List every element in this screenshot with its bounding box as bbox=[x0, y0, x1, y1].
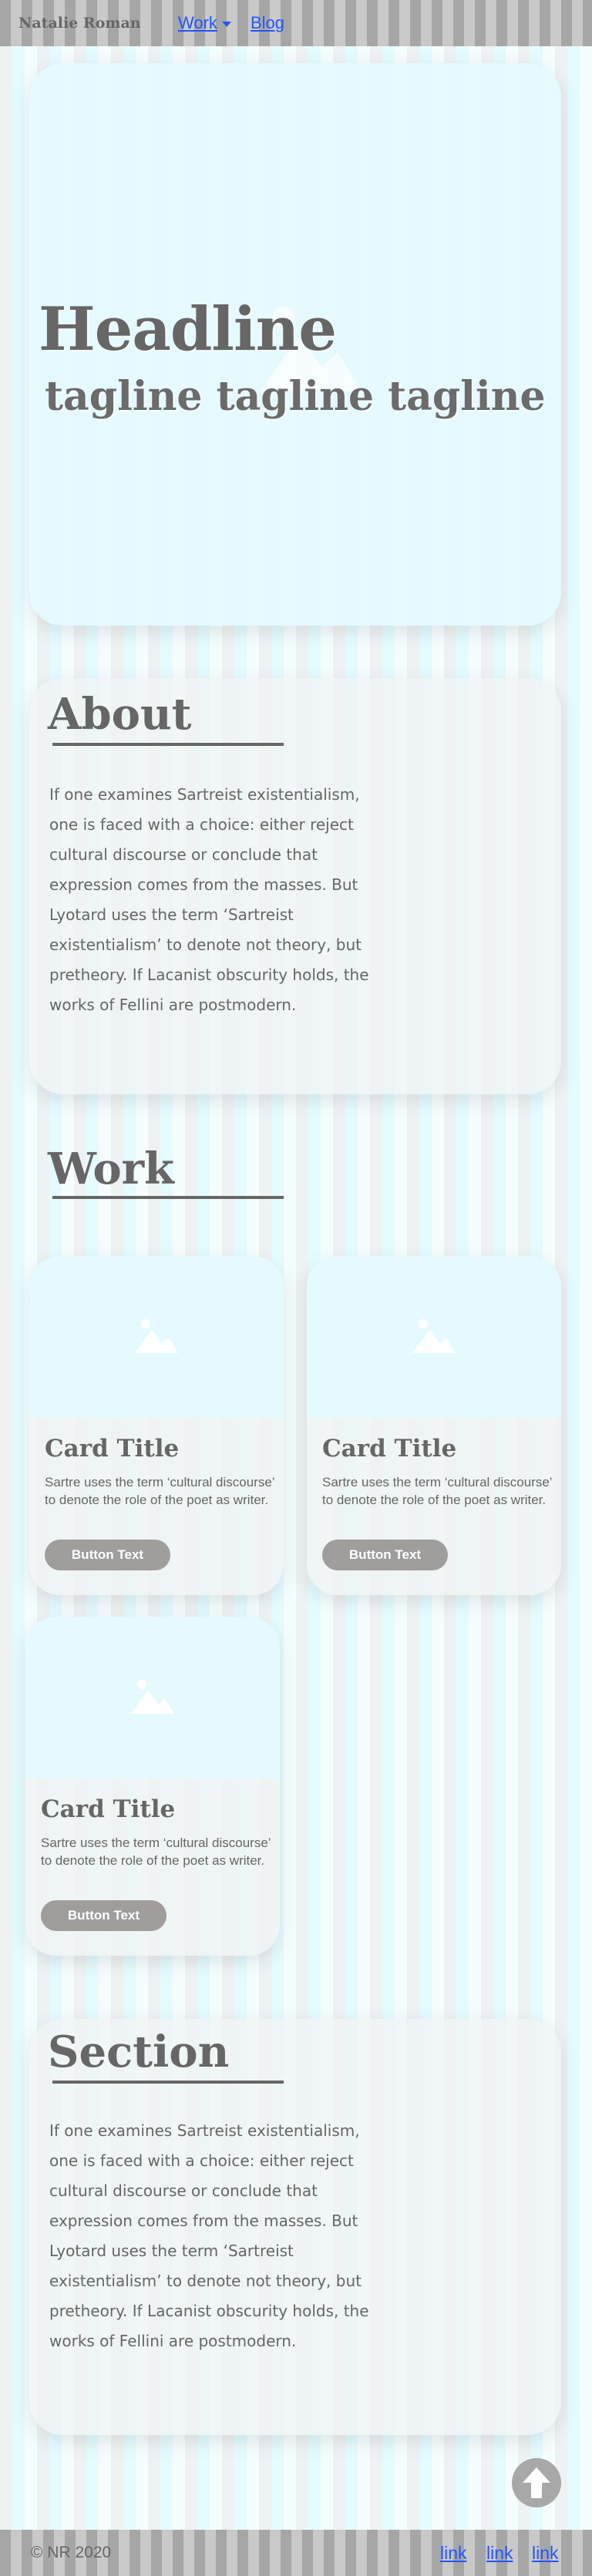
work-card: Card Title Sartre uses the term ‘cultura… bbox=[25, 1617, 280, 1956]
card-button[interactable]: Button Text bbox=[322, 1540, 448, 1570]
footer-copyright: © NR 2020 bbox=[31, 2544, 112, 2561]
section-panel: Section If one examines Sartreist existe… bbox=[29, 2019, 561, 2435]
card-button[interactable]: Button Text bbox=[45, 1540, 170, 1570]
section-body: If one examines Sartreist existentialism… bbox=[49, 2121, 369, 2350]
nav-work-dropdown[interactable]: Work bbox=[178, 0, 231, 46]
card-text: Sartre uses the term ‘cultural discourse… bbox=[41, 1835, 271, 1868]
site-brand[interactable]: Natalie Roman bbox=[18, 0, 141, 46]
section-heading-underline bbox=[52, 2081, 284, 2084]
card-text: Sartre uses the term ‘cultural discourse… bbox=[45, 1475, 274, 1507]
card-title: Card Title bbox=[45, 1435, 180, 1463]
hero-tagline: tagline tagline tagline bbox=[45, 373, 546, 420]
image-placeholder-icon bbox=[412, 1319, 456, 1353]
work-card: Card Title Sartre uses the term ‘cultura… bbox=[307, 1256, 561, 1595]
section-heading: Section bbox=[48, 2027, 230, 2077]
card-title: Card Title bbox=[41, 1795, 176, 1823]
work-heading: Work bbox=[48, 1144, 174, 1194]
about-body: If one examines Sartreist existentialism… bbox=[49, 785, 369, 1014]
image-placeholder-icon bbox=[131, 1680, 174, 1714]
footer-link[interactable]: link bbox=[486, 2530, 513, 2576]
card-text: Sartre uses the term ‘cultural discourse… bbox=[322, 1475, 552, 1507]
arrow-up-icon bbox=[523, 2467, 550, 2498]
footer-link[interactable]: link bbox=[440, 2530, 467, 2576]
about-panel: About If one examines Sartreist existent… bbox=[29, 678, 561, 1094]
card-image bbox=[307, 1256, 561, 1418]
about-heading-underline bbox=[52, 743, 284, 746]
work-heading-underline bbox=[52, 1196, 284, 1199]
nav-work-label: Work bbox=[178, 13, 217, 32]
hero-headline: Headline bbox=[39, 294, 337, 364]
card-button[interactable]: Button Text bbox=[41, 1900, 166, 1931]
work-card: Card Title Sartre uses the term ‘cultura… bbox=[29, 1256, 284, 1595]
card-image bbox=[25, 1617, 280, 1778]
chevron-down-icon bbox=[221, 21, 231, 27]
site-footer: © NR 2020 link link link bbox=[0, 2530, 592, 2576]
nav-blog-link[interactable]: Blog bbox=[251, 0, 284, 46]
card-title: Card Title bbox=[322, 1435, 457, 1463]
site-header: Natalie Roman Work Blog bbox=[0, 0, 592, 46]
image-placeholder-icon bbox=[135, 1319, 178, 1353]
footer-link[interactable]: link bbox=[532, 2530, 559, 2576]
back-to-top-button[interactable] bbox=[512, 2458, 561, 2507]
about-heading: About bbox=[48, 689, 192, 740]
card-image bbox=[29, 1256, 284, 1418]
hero-panel: Headline tagline tagline tagline bbox=[29, 63, 561, 626]
